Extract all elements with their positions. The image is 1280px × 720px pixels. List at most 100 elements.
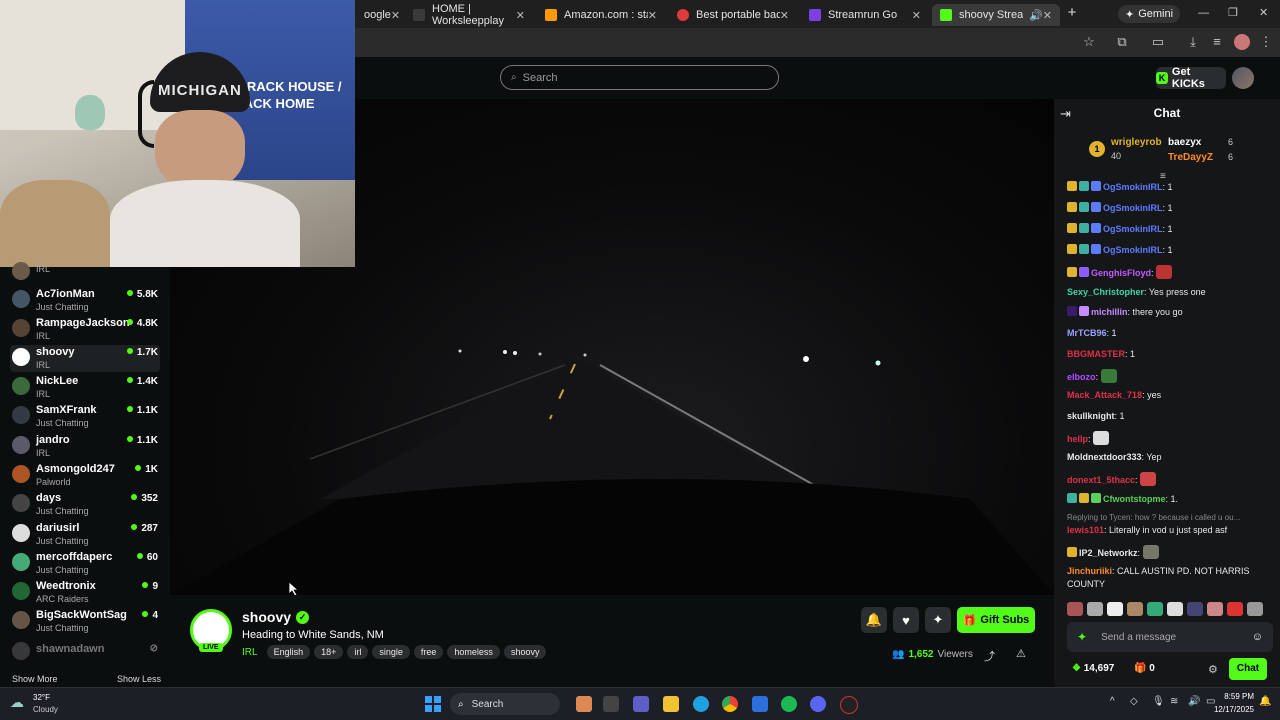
chat-input[interactable]: ✦ Send a message ☺ (1067, 622, 1273, 652)
tag-chip[interactable]: irl (347, 645, 369, 659)
show-less-button[interactable]: Show Less (117, 674, 161, 684)
chat-username[interactable]: donext1_5thacc (1067, 475, 1135, 485)
chat-username[interactable]: OgSmokinIRL (1103, 224, 1163, 234)
streamer-name[interactable]: shoovy (242, 609, 291, 625)
tab-google[interactable]: oogle ✕ (356, 4, 404, 26)
chat-settings-icon[interactable]: ⚙ (1208, 663, 1218, 676)
chat-username[interactable]: elbozo (1067, 372, 1096, 382)
tab-backpack[interactable]: Best portable backpack ✕ (669, 4, 797, 26)
user-avatar[interactable] (1232, 67, 1254, 89)
wifi-icon[interactable]: ≋ (1170, 696, 1178, 707)
sidebar-channel[interactable]: mercoffdaperc Just Chatting 60 (10, 550, 160, 577)
send-chat-button[interactable]: Chat (1229, 658, 1267, 680)
share-icon[interactable]: ⤴ (984, 648, 995, 664)
tag-chip[interactable]: single (372, 645, 410, 659)
task-view-icon[interactable] (603, 696, 619, 712)
profile-avatar[interactable] (1234, 34, 1250, 50)
chat-username[interactable]: MrTCB96 (1067, 328, 1107, 338)
sidebar-channel[interactable]: Ac7ionMan Just Chatting 5.8K (10, 287, 160, 314)
sidebar-channel-selected[interactable]: shoovy IRL 1.7K (10, 345, 160, 372)
menu-dots-icon[interactable]: ⋮ (1258, 34, 1274, 50)
leaderboard-name[interactable]: TreDayyZ (1168, 152, 1213, 163)
chat-username[interactable]: IP2_Networkz (1079, 548, 1138, 558)
download-icon[interactable]: ⤓ (1185, 34, 1201, 50)
leaderboard-name[interactable]: baezyx (1168, 137, 1201, 148)
show-more-button[interactable]: Show More (12, 674, 58, 684)
notification-bell-button[interactable]: 🔔 (861, 607, 887, 633)
chat-username[interactable]: OgSmokinIRL (1103, 245, 1163, 255)
sidebar-channel[interactable]: IRL (10, 259, 160, 286)
chat-username[interactable]: Sexy_Christopher (1067, 287, 1144, 297)
gift-subs-button[interactable]: 🎁 Gift Subs (957, 607, 1035, 633)
weather-temp[interactable]: 32°F (33, 693, 50, 702)
tag-chip[interactable]: English (266, 645, 311, 659)
report-icon[interactable]: ⚠ (1016, 647, 1026, 660)
sidebar-channel[interactable]: RampageJackson IRL 4.8K (10, 316, 160, 343)
gemini-button[interactable]: ✦ Gemini (1118, 5, 1180, 23)
window-close-icon[interactable]: ✕ (1259, 6, 1271, 19)
chat-username[interactable]: Cfwontstopme (1103, 494, 1166, 504)
tag-chip[interactable]: free (413, 645, 444, 659)
teams-app-icon[interactable] (633, 696, 649, 712)
obs-app-icon[interactable] (840, 696, 858, 714)
kicks-balance[interactable]: ❖ 14,697 (1072, 663, 1114, 674)
quick-emote-icon[interactable] (1187, 602, 1203, 616)
volume-icon[interactable]: 🔊 (1188, 696, 1200, 707)
notification-icon[interactable]: 🔔 (1259, 696, 1271, 707)
get-kicks-button[interactable]: K Get KICKs (1156, 66, 1226, 90)
boost-button[interactable]: ✦ (925, 607, 951, 633)
sidebar-channel[interactable]: days Just Chatting 352 (10, 491, 160, 518)
discord-app-icon[interactable] (810, 696, 826, 712)
search-input[interactable]: ⌕ Search (500, 65, 779, 90)
emote-picker-icon[interactable]: ☺ (1252, 631, 1263, 643)
quick-emote-icon[interactable] (1067, 602, 1083, 616)
tab-shoovy-stream[interactable]: shoovy Stream - Wa 🔊 ✕ (932, 4, 1060, 26)
file-explorer-icon[interactable] (663, 696, 679, 712)
quick-emote-icon[interactable] (1207, 602, 1223, 616)
tag-chip[interactable]: homeless (447, 645, 500, 659)
chat-username[interactable]: hellp (1067, 434, 1088, 444)
close-tab-icon[interactable]: ✕ (780, 9, 789, 22)
tab-streamrun[interactable]: Streamrun Go ✕ (801, 4, 929, 26)
tag-chip[interactable]: 18+ (314, 645, 344, 659)
copilot-app-icon[interactable] (576, 696, 592, 712)
new-tab-button[interactable]: + (1064, 4, 1080, 24)
quick-emote-icon[interactable] (1087, 602, 1103, 616)
weather-icon[interactable]: ☁ (10, 694, 24, 711)
tab-amazon[interactable]: Amazon.com : starlink l ✕ (537, 4, 665, 26)
close-tab-icon[interactable]: ✕ (648, 9, 657, 22)
tag-chip[interactable]: shoovy (503, 645, 547, 659)
chat-username[interactable]: lewis101 (1067, 525, 1104, 535)
tab-worksleepplay[interactable]: HOME | Worksleepplay ✕ (405, 3, 533, 27)
sidebar-channel[interactable]: BigSackWontSag Just Chatting 4 (10, 608, 160, 635)
minimize-icon[interactable]: — (1198, 7, 1210, 19)
sidebar-channel-offline[interactable]: shawnadawn ⊘ (10, 639, 160, 661)
sidebar-channel[interactable]: NickLee IRL 1.4K (10, 374, 160, 401)
taskbar-search[interactable]: ⌕ Search (450, 693, 560, 715)
close-tab-icon[interactable]: ✕ (1043, 9, 1052, 22)
sidebar-channel[interactable]: Asmongold247 Palworld 1K (10, 462, 160, 489)
edge-app-icon[interactable] (693, 696, 709, 712)
store-app-icon[interactable] (752, 696, 768, 712)
close-tab-icon[interactable]: ✕ (391, 9, 400, 22)
reply-preview[interactable]: Replying to Tycen: how ? because i calle… (1067, 511, 1273, 524)
bookmark-star-icon[interactable]: ☆ (1081, 34, 1097, 50)
quick-emote-icon[interactable] (1227, 602, 1243, 616)
sidebar-channel[interactable]: SamXFrank Just Chatting 1.1K (10, 403, 160, 430)
clock-time[interactable]: 8:59 PM (1222, 692, 1254, 701)
chrome-app-icon[interactable] (722, 696, 738, 712)
quick-emote-icon[interactable] (1107, 602, 1123, 616)
extensions-icon[interactable]: ⧉ (1114, 34, 1130, 50)
speaker-icon[interactable]: 🔊 (1029, 9, 1043, 22)
chat-username[interactable]: Mack_Attack_718 (1067, 390, 1142, 400)
close-tab-icon[interactable]: ✕ (516, 9, 525, 22)
chat-username[interactable]: Moldnextdoor333 (1067, 452, 1142, 462)
chat-username[interactable]: michillin (1091, 307, 1128, 317)
quick-emote-icon[interactable] (1247, 602, 1263, 616)
sidebar-channel[interactable]: dariusirl Just Chatting 287 (10, 521, 160, 548)
leaderboard-name[interactable]: wrigleyrob (1111, 137, 1162, 148)
chat-username[interactable]: OgSmokinIRL (1103, 203, 1163, 213)
chat-username[interactable]: Jinchuriiki (1067, 566, 1112, 576)
chat-username[interactable]: OgSmokinIRL (1103, 182, 1163, 192)
sidebar-channel[interactable]: Weedtronix ARC Raiders 9 (10, 579, 160, 606)
